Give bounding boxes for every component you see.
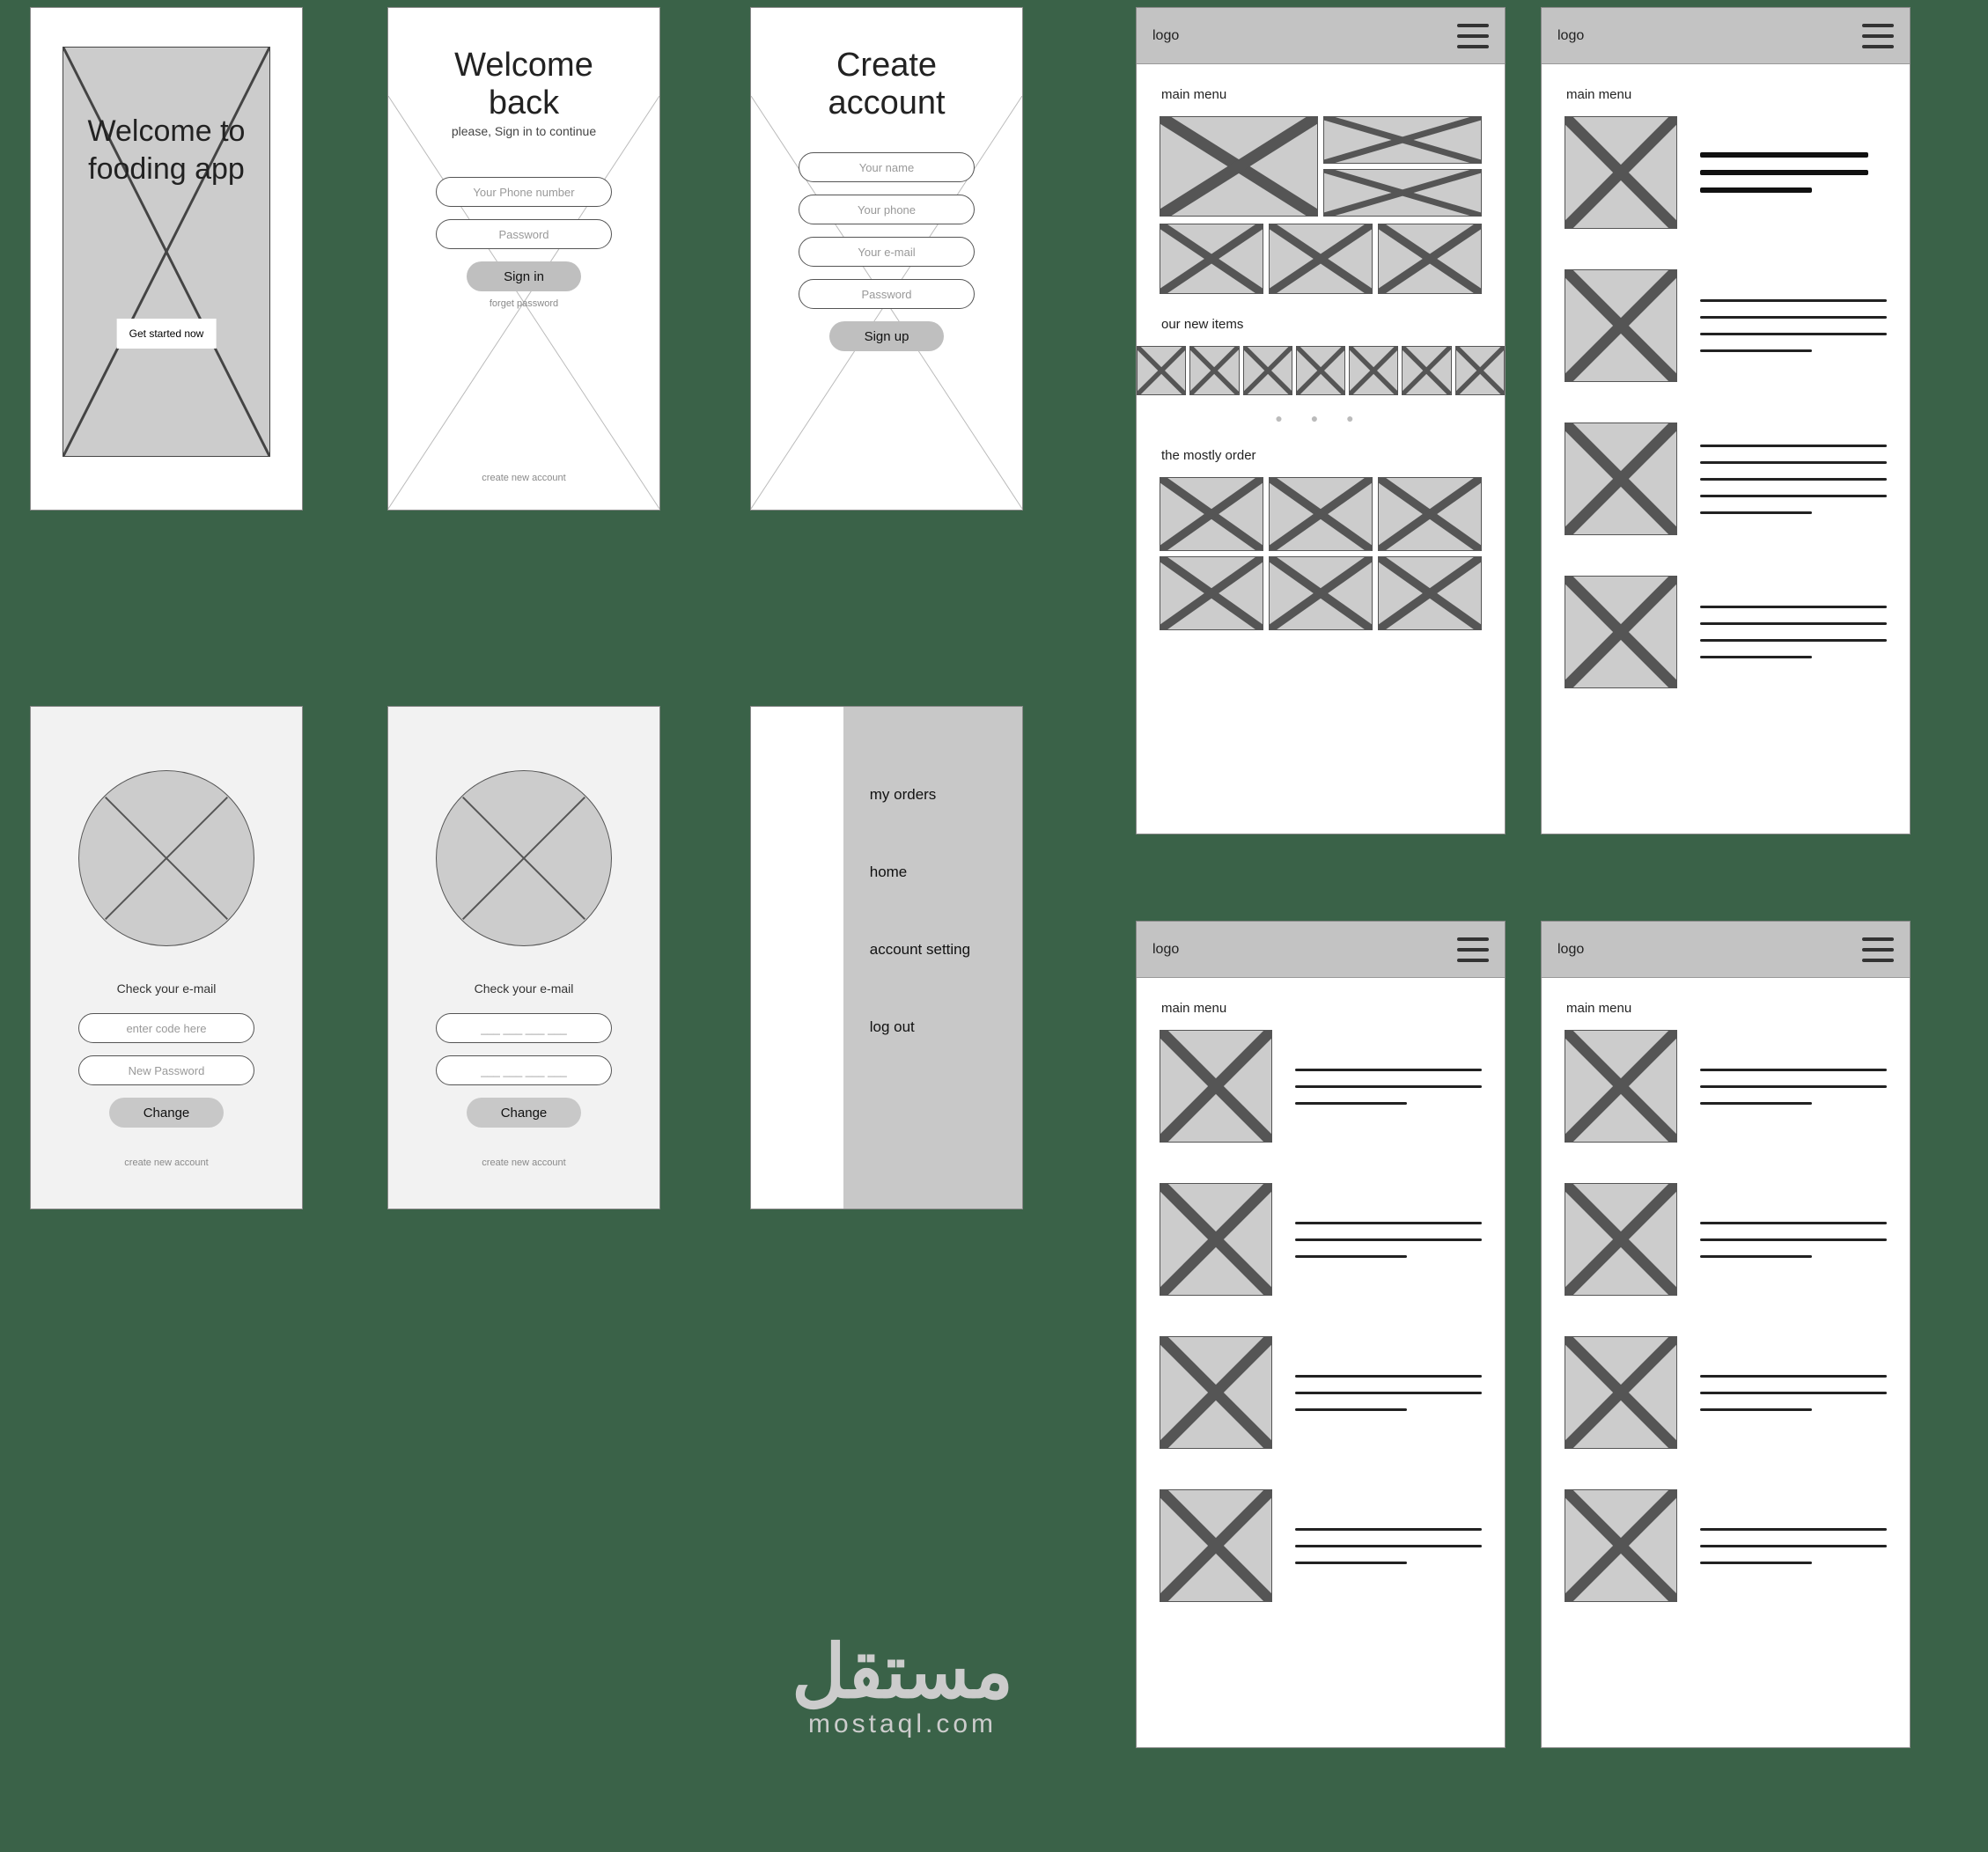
hamburger-icon[interactable]	[1457, 937, 1489, 962]
new-password-input[interactable]: New Password	[78, 1055, 254, 1085]
drawer-item-account[interactable]: account setting	[870, 941, 1001, 959]
otp-confirm-input[interactable]: ___ ___ ___ ___	[436, 1055, 612, 1085]
screen-home: logo main menu our new items ● ● ● the m…	[1136, 7, 1506, 834]
drawer-item-orders[interactable]: my orders	[870, 786, 1001, 804]
list-item[interactable]	[1565, 1489, 1887, 1602]
hamburger-icon[interactable]	[1457, 24, 1489, 48]
section-main-menu: main menu	[1161, 87, 1505, 102]
watermark: مستقل mostaql.com	[740, 1628, 1065, 1739]
screen-signin: Welcome back please, Sign in to continue…	[387, 7, 660, 511]
menu-tile[interactable]	[1378, 224, 1482, 294]
change-button[interactable]: Change	[467, 1098, 581, 1128]
order-tile[interactable]	[1269, 556, 1373, 630]
screen-list-a: logo main menu	[1541, 7, 1911, 834]
forgot-password-link[interactable]: forget password	[418, 298, 630, 309]
signin-title: Welcome back	[418, 47, 630, 122]
signup-button[interactable]: Sign up	[829, 321, 944, 351]
new-items-carousel[interactable]	[1137, 346, 1505, 395]
nav-drawer: my orders home account setting log out	[843, 707, 1022, 1209]
verify-label: Check your e-mail	[31, 981, 302, 996]
change-button[interactable]: Change	[109, 1098, 224, 1128]
order-tile[interactable]	[1160, 556, 1263, 630]
list-item[interactable]	[1565, 269, 1887, 382]
password-input[interactable]: Password	[799, 279, 975, 309]
logo-text: logo	[1152, 942, 1179, 958]
name-input[interactable]: Your name	[799, 152, 975, 182]
create-account-link[interactable]: create new account	[388, 1158, 659, 1168]
order-tile[interactable]	[1269, 477, 1373, 551]
signin-button[interactable]: Sign in	[467, 261, 581, 291]
section-main-menu: main menu	[1566, 87, 1910, 102]
logo-text: logo	[1557, 942, 1584, 958]
app-bar: logo	[1137, 922, 1505, 978]
watermark-arabic: مستقل	[740, 1628, 1065, 1715]
carousel-dots[interactable]: ● ● ●	[1137, 411, 1505, 425]
section-main-menu: main menu	[1161, 1001, 1505, 1016]
list-item[interactable]	[1565, 1030, 1887, 1143]
list-item[interactable]	[1565, 423, 1887, 535]
section-main-menu: main menu	[1566, 1001, 1910, 1016]
menu-tile[interactable]	[1269, 224, 1373, 294]
get-started-button[interactable]: Get started now	[117, 319, 217, 349]
section-most-ordered: the mostly order	[1161, 448, 1505, 463]
app-bar: logo	[1542, 8, 1910, 64]
welcome-title: Welcome tofooding app	[63, 113, 269, 187]
app-bar: logo	[1542, 922, 1910, 978]
section-new-items: our new items	[1161, 317, 1505, 332]
order-tile[interactable]	[1378, 477, 1482, 551]
hero-tile[interactable]	[1323, 116, 1482, 164]
screen-verify-otp: Check your e-mail ___ ___ ___ ___ ___ __…	[387, 706, 660, 1209]
list-item[interactable]	[1565, 116, 1887, 229]
avatar-placeholder	[78, 770, 254, 946]
screen-welcome: Welcome tofooding app Get started now	[30, 7, 303, 511]
drawer-item-home[interactable]: home	[870, 864, 1001, 881]
drawer-item-logout[interactable]: log out	[870, 1018, 1001, 1036]
order-tile[interactable]	[1378, 556, 1482, 630]
create-account-link[interactable]: create new account	[31, 1158, 302, 1168]
hamburger-icon[interactable]	[1862, 937, 1894, 962]
signup-title: Create account	[781, 47, 992, 122]
screen-signup: Create account Your name Your phone Your…	[750, 7, 1023, 511]
otp-input[interactable]: ___ ___ ___ ___	[436, 1013, 612, 1043]
list-item[interactable]	[1160, 1183, 1482, 1296]
phone-input[interactable]: Your Phone number	[436, 177, 612, 207]
screen-drawer: my orders home account setting log out	[750, 706, 1023, 1209]
screen-verify-code: Check your e-mail enter code here New Pa…	[30, 706, 303, 1209]
screen-list-c: logo main menu	[1541, 921, 1911, 1748]
order-tile[interactable]	[1160, 477, 1263, 551]
hero-tile[interactable]	[1323, 169, 1482, 217]
verify-label: Check your e-mail	[388, 981, 659, 996]
hamburger-icon[interactable]	[1862, 24, 1894, 48]
logo-text: logo	[1557, 28, 1584, 44]
password-input[interactable]: Password	[436, 219, 612, 249]
email-input[interactable]: Your e-mail	[799, 237, 975, 267]
signin-subtitle: please, Sign in to continue	[418, 124, 630, 138]
screen-list-b: logo main menu	[1136, 921, 1506, 1748]
logo-text: logo	[1152, 28, 1179, 44]
hero-image-placeholder: Welcome tofooding app Get started now	[63, 47, 270, 457]
list-item[interactable]	[1565, 1183, 1887, 1296]
list-item[interactable]	[1565, 1336, 1887, 1449]
list-item[interactable]	[1160, 1336, 1482, 1449]
list-item[interactable]	[1160, 1489, 1482, 1602]
hero-tile[interactable]	[1160, 116, 1318, 217]
list-item[interactable]	[1160, 1030, 1482, 1143]
list-item[interactable]	[1565, 576, 1887, 688]
phone-input[interactable]: Your phone	[799, 195, 975, 224]
menu-tile[interactable]	[1160, 224, 1263, 294]
avatar-placeholder	[436, 770, 612, 946]
create-account-link[interactable]: create new account	[388, 473, 659, 483]
code-input[interactable]: enter code here	[78, 1013, 254, 1043]
app-bar: logo	[1137, 8, 1505, 64]
watermark-latin: mostaql.com	[740, 1709, 1065, 1739]
